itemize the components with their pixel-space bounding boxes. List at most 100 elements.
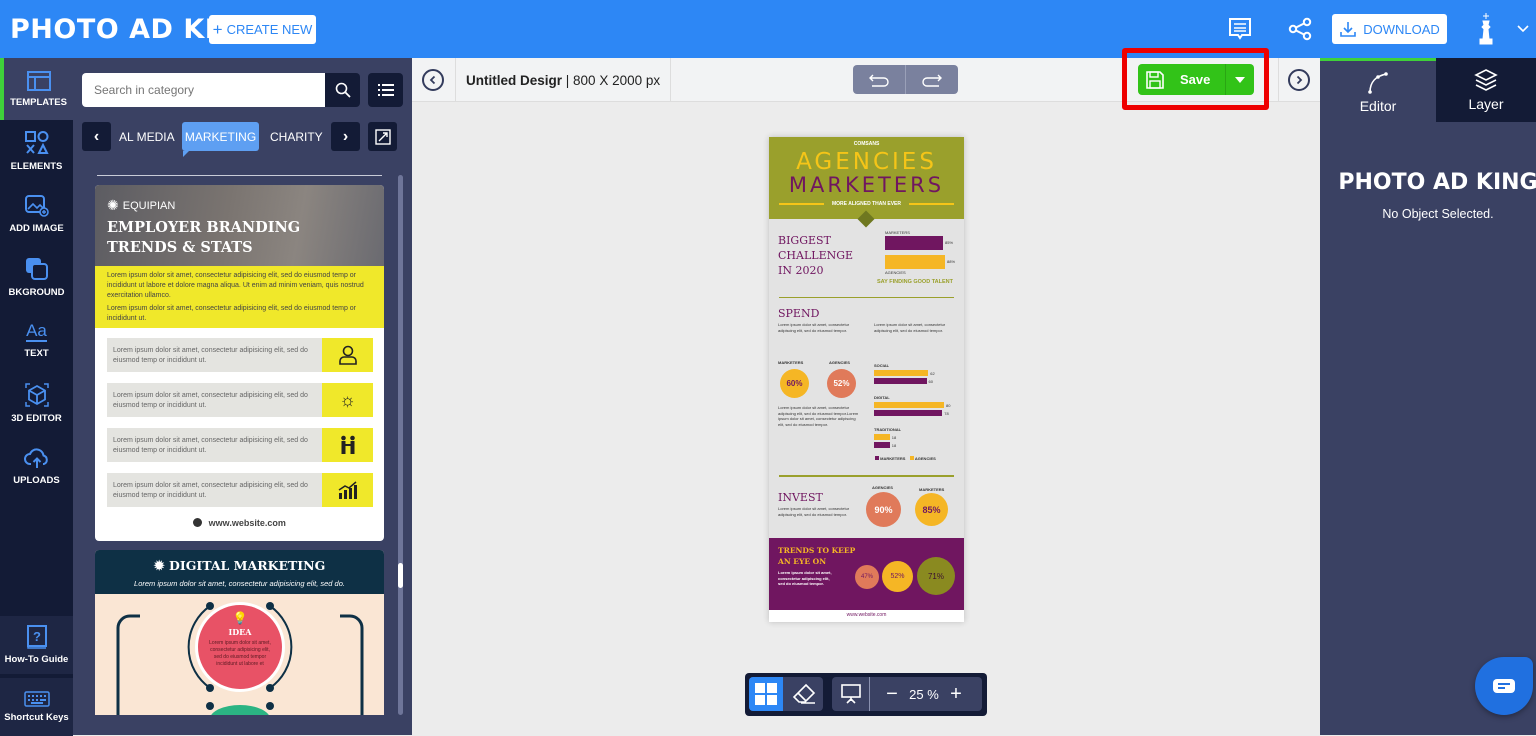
template-brand: ✺ EQUIPIAN (107, 197, 175, 214)
left-nav: TEMPLATES ELEMENTS ADD IMAGE BKGROUND Aa… (0, 58, 73, 736)
category-tab[interactable]: CHARITY (264, 122, 329, 151)
category-next-button[interactable]: › (331, 122, 360, 151)
download-button[interactable]: DOWNLOAD (1332, 14, 1447, 44)
download-icon (1340, 22, 1357, 37)
undo-button[interactable] (853, 65, 906, 94)
channel-value: 62 (930, 371, 935, 376)
eraser-icon (792, 683, 816, 704)
template-card-digital-marketing[interactable]: ✹ DIGITAL MARKETING Lorem ipsum dolor si… (95, 550, 384, 715)
background-icon (25, 257, 48, 280)
redo-icon (922, 74, 942, 87)
zoom-in-button[interactable]: + (946, 677, 966, 711)
redo-button[interactable] (906, 65, 958, 94)
expand-icon (374, 128, 391, 145)
spend-marketers-label: MARKETERS (778, 360, 804, 365)
category-tab[interactable]: AL MEDIA (113, 122, 181, 151)
design-name[interactable]: Untitled Desigr (466, 73, 562, 88)
expand-button[interactable] (368, 122, 397, 151)
list-view-button[interactable] (368, 73, 403, 107)
shortcut-keys-button[interactable]: Shortcut Keys (0, 678, 73, 736)
chevron-down-icon[interactable] (1513, 14, 1533, 44)
nav-elements[interactable]: ELEMENTS (0, 120, 73, 182)
channel-value: 80 (946, 403, 951, 408)
design-size: | 800 X 2000 px (565, 72, 661, 88)
nav-label: Shortcut Keys (4, 712, 69, 723)
divider (1278, 58, 1279, 102)
nav-label: BKGROUND (8, 286, 65, 298)
nav-uploads[interactable]: UPLOADS (0, 435, 73, 497)
challenge-line: CHALLENGE (778, 249, 854, 262)
presentation-button[interactable] (832, 677, 870, 711)
channel-bar-agencies (874, 402, 944, 408)
legend: MARKETERS AGENCIES (875, 456, 936, 462)
spend-long-text: Lorem ipsum dolor sit amet, consectetur … (778, 405, 859, 427)
template-card-employer-branding[interactable]: ✺ EQUIPIAN EMPLOYER BRANDING TRENDS & ST… (95, 185, 384, 541)
design-canvas[interactable]: COMSANS AGENCIES MARKETERS MORE ALIGNED … (769, 137, 964, 622)
challenge-bar-marketers (885, 236, 943, 250)
grid-view-button[interactable] (749, 677, 783, 711)
category-tab-active[interactable]: MARKETING (182, 122, 259, 157)
search-button[interactable] (325, 73, 360, 107)
scrollbar[interactable] (398, 175, 403, 715)
king-avatar-icon[interactable] (1472, 11, 1500, 47)
create-new-button[interactable]: + CREATE NEW (209, 15, 316, 44)
share-icon[interactable] (1285, 14, 1315, 44)
save-options-dropdown[interactable] (1225, 64, 1254, 95)
how-to-guide-button[interactable]: ? How-To Guide (0, 616, 73, 674)
layers-icon (1474, 69, 1498, 91)
channel-value: 78 (944, 411, 949, 416)
tab-editor[interactable]: Editor (1320, 58, 1436, 122)
scrollbar-thumb[interactable] (398, 563, 403, 588)
category-prev-button[interactable]: ‹ (82, 122, 111, 151)
nav-templates[interactable]: TEMPLATES (0, 58, 73, 120)
nav-add-image[interactable]: ADD IMAGE (0, 183, 73, 245)
template-row: Lorem ipsum dolor sit amet, consectetur … (107, 473, 373, 507)
divider (97, 175, 382, 176)
person-icon (338, 345, 357, 365)
template-row: Lorem ipsum dolor sit amet, consectetur … (107, 428, 373, 462)
search-input[interactable] (82, 73, 325, 107)
view-tools (749, 677, 823, 711)
collapse-panel-button[interactable] (422, 69, 444, 91)
trends-line: AN EYE ON (778, 557, 827, 566)
invest-marketers-bubble: 85% (915, 493, 948, 526)
nav-label: ADD IMAGE (9, 222, 64, 234)
channel-value: 18 (891, 435, 897, 440)
channel-value: 18 (891, 443, 897, 448)
eraser-button[interactable] (785, 677, 823, 711)
help-book-icon: ? (26, 625, 47, 649)
zoom-out-button[interactable]: − (882, 677, 902, 711)
design-title[interactable]: Untitled Desigr | 800 X 2000 px (466, 58, 660, 102)
challenge-line: BIGGEST (778, 234, 831, 247)
list-icon (377, 84, 394, 96)
expand-right-panel-button[interactable] (1288, 69, 1310, 91)
right-panel-logo: PHOTO AD KING (1338, 170, 1536, 195)
chat-icon (1493, 679, 1515, 693)
snowflake-icon: ✺ (107, 197, 119, 213)
save-label: Save (1180, 72, 1211, 87)
spend-marketers-bubble: 60% (780, 369, 809, 398)
section-divider (779, 475, 954, 477)
nav-text[interactable]: Aa TEXT (0, 309, 73, 371)
doc-tagline: MORE ALIGNED THAN EVER (832, 201, 901, 207)
zoom-tools: − 25 % + (832, 677, 982, 711)
divider (455, 58, 456, 102)
save-button[interactable]: Save (1138, 64, 1225, 95)
invest-agencies-bubble: 90% (866, 492, 901, 527)
invest-agencies-label: AGENCIES (872, 485, 893, 490)
growth-chart-icon (338, 481, 357, 499)
legend-agencies-swatch (909, 456, 914, 460)
channel-bar-marketers (874, 442, 890, 448)
chat-button[interactable] (1475, 657, 1533, 715)
nav-background[interactable]: BKGROUND (0, 246, 73, 308)
floppy-disk-icon (1146, 70, 1164, 89)
tab-layer[interactable]: Layer (1436, 58, 1536, 122)
channel-bar-marketers (874, 410, 943, 416)
people-icon (340, 435, 355, 454)
trends-heading: TRENDS TO KEEP AN EYE ON (778, 545, 855, 567)
no-selection-message: No Object Selected. (1382, 207, 1494, 221)
nav-3d-editor[interactable]: 3D EDITOR (0, 372, 73, 434)
channel-bar-agencies (874, 370, 929, 376)
nav-label: 3D EDITOR (11, 412, 62, 424)
notes-icon[interactable] (1225, 14, 1255, 44)
